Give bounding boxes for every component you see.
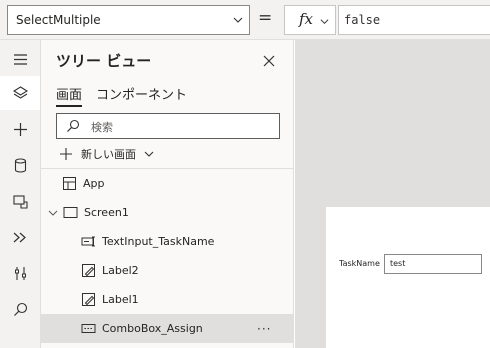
formula-bar: SelectMultiple = fx false: [0, 0, 490, 40]
layers-icon: [12, 85, 28, 99]
tree-view-button[interactable]: [0, 76, 40, 110]
tree-view-panel: ツリー ビュー 画面 コンポーネント 検索 新しい画面 App Screen1 …: [41, 40, 294, 348]
advanced-tools-button[interactable]: [0, 256, 40, 290]
new-screen-button[interactable]: 新しい画面: [59, 144, 154, 164]
tree-node-screen1[interactable]: Screen1: [41, 198, 294, 227]
tree-node-app[interactable]: App: [41, 169, 294, 198]
tree-node-label: TextInput_TaskName: [102, 235, 215, 248]
app-screen-preview[interactable]: TaskName test: [326, 207, 490, 348]
new-screen-label: 新しい画面: [81, 148, 136, 161]
media-icon: [12, 194, 28, 209]
tree-node-textinput-taskname[interactable]: TextInput_TaskName: [41, 227, 294, 256]
tree-node-label: Label2: [102, 264, 139, 277]
more-options-icon[interactable]: ···: [257, 322, 271, 336]
design-canvas: TaskName test: [295, 40, 490, 348]
search-icon: [13, 302, 27, 316]
tree-node-label: App: [83, 177, 105, 190]
combobox-icon: [81, 324, 96, 333]
chevron-down-icon: [144, 151, 154, 157]
tab-components[interactable]: コンポーネント: [96, 84, 187, 103]
chevron-down-icon: [320, 19, 329, 25]
advanced-tools-icon: [14, 266, 26, 280]
fx-icon: fx: [299, 10, 314, 28]
app-icon: [63, 177, 76, 190]
search-rail-button[interactable]: [0, 292, 40, 326]
property-dropdown-value: SelectMultiple: [16, 13, 101, 27]
equals-sign: =: [258, 8, 273, 28]
plus-icon: [60, 148, 72, 160]
search-placeholder: 検索: [91, 121, 113, 134]
hamburger-menu-button[interactable]: [0, 42, 40, 76]
text-input-icon: [81, 236, 95, 247]
close-icon[interactable]: [261, 53, 277, 69]
plus-icon: [13, 122, 27, 136]
tree-node-label2[interactable]: Label2: [41, 256, 294, 285]
panel-title: ツリー ビュー: [56, 52, 152, 70]
screen-icon: [63, 207, 78, 218]
power-automate-icon: [13, 232, 26, 242]
chevron-down-icon: [233, 17, 243, 23]
fx-button[interactable]: fx: [284, 5, 336, 35]
search-icon: [67, 119, 80, 132]
tree-node-label: ComboBox_Assign: [102, 322, 203, 335]
database-icon: [14, 157, 26, 173]
insert-button[interactable]: [0, 112, 40, 146]
chevron-down-icon[interactable]: [48, 208, 58, 218]
label-icon: [82, 264, 95, 277]
data-button[interactable]: [0, 148, 40, 182]
media-button[interactable]: [0, 184, 40, 218]
taskname-label: TaskName: [339, 259, 380, 268]
taskname-input[interactable]: test: [384, 254, 482, 274]
tree-node-label1[interactable]: Label1: [41, 285, 294, 314]
property-dropdown[interactable]: SelectMultiple: [7, 5, 250, 35]
tree-node-label: Screen1: [84, 206, 129, 219]
tree-node-label: Label1: [102, 293, 139, 306]
tab-screens[interactable]: 画面: [56, 84, 83, 107]
search-box[interactable]: 検索: [56, 113, 280, 139]
hamburger-menu-icon: [13, 53, 27, 65]
power-automate-button[interactable]: [0, 220, 40, 254]
label-icon: [82, 293, 95, 306]
tree-node-combobox-assign[interactable]: ComboBox_Assign ···: [41, 314, 294, 343]
formula-input[interactable]: false: [338, 5, 490, 35]
left-rail: [0, 40, 41, 348]
